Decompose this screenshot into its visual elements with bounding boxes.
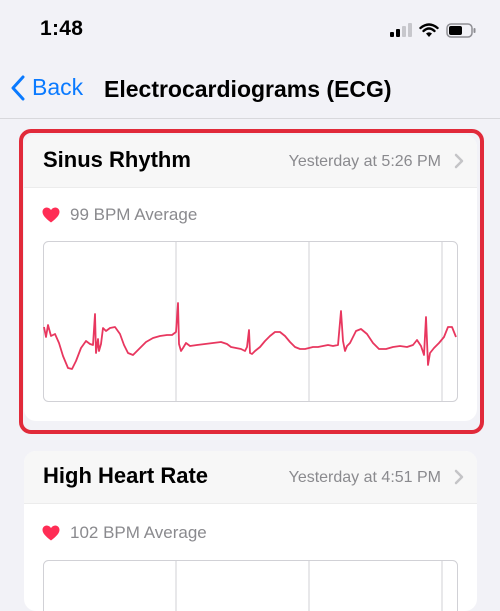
back-label: Back <box>32 74 83 101</box>
chevron-right-icon <box>454 469 464 485</box>
ecg-recording-card[interactable]: High Heart Rate Yesterday at 4:51 PM 102… <box>24 451 477 611</box>
wifi-icon <box>419 23 439 38</box>
chevron-left-icon <box>10 75 26 101</box>
chevron-right-icon <box>454 153 464 169</box>
back-button[interactable]: Back <box>10 74 83 101</box>
recording-date: Yesterday at 4:51 PM <box>289 469 441 487</box>
status-time: 1:48 <box>40 17 83 41</box>
bpm-row: 102 BPM Average <box>42 523 207 543</box>
signal-icon <box>390 23 412 37</box>
recording-date: Yesterday at 5:26 PM <box>289 153 441 171</box>
rhythm-classification: Sinus Rhythm <box>43 147 191 173</box>
ecg-waveform-graph <box>43 560 458 611</box>
card-header: Sinus Rhythm Yesterday at 5:26 PM <box>24 135 477 188</box>
bpm-average: 102 BPM Average <box>70 523 207 543</box>
bpm-row: 99 BPM Average <box>42 205 197 225</box>
ecg-recording-card[interactable]: Sinus Rhythm Yesterday at 5:26 PM 99 BPM… <box>24 135 477 421</box>
ecg-waveform-graph <box>43 241 458 402</box>
heart-icon <box>42 525 60 541</box>
status-icons <box>390 20 476 40</box>
status-bar: 1:48 <box>0 0 500 58</box>
rhythm-classification: High Heart Rate <box>43 463 208 489</box>
navigation-bar: Back Electrocardiograms (ECG) <box>0 58 500 119</box>
page-title: Electrocardiograms (ECG) <box>104 76 392 103</box>
battery-icon <box>446 23 476 38</box>
heart-icon <box>42 207 60 223</box>
card-header: High Heart Rate Yesterday at 4:51 PM <box>24 451 477 504</box>
bpm-average: 99 BPM Average <box>70 205 197 225</box>
